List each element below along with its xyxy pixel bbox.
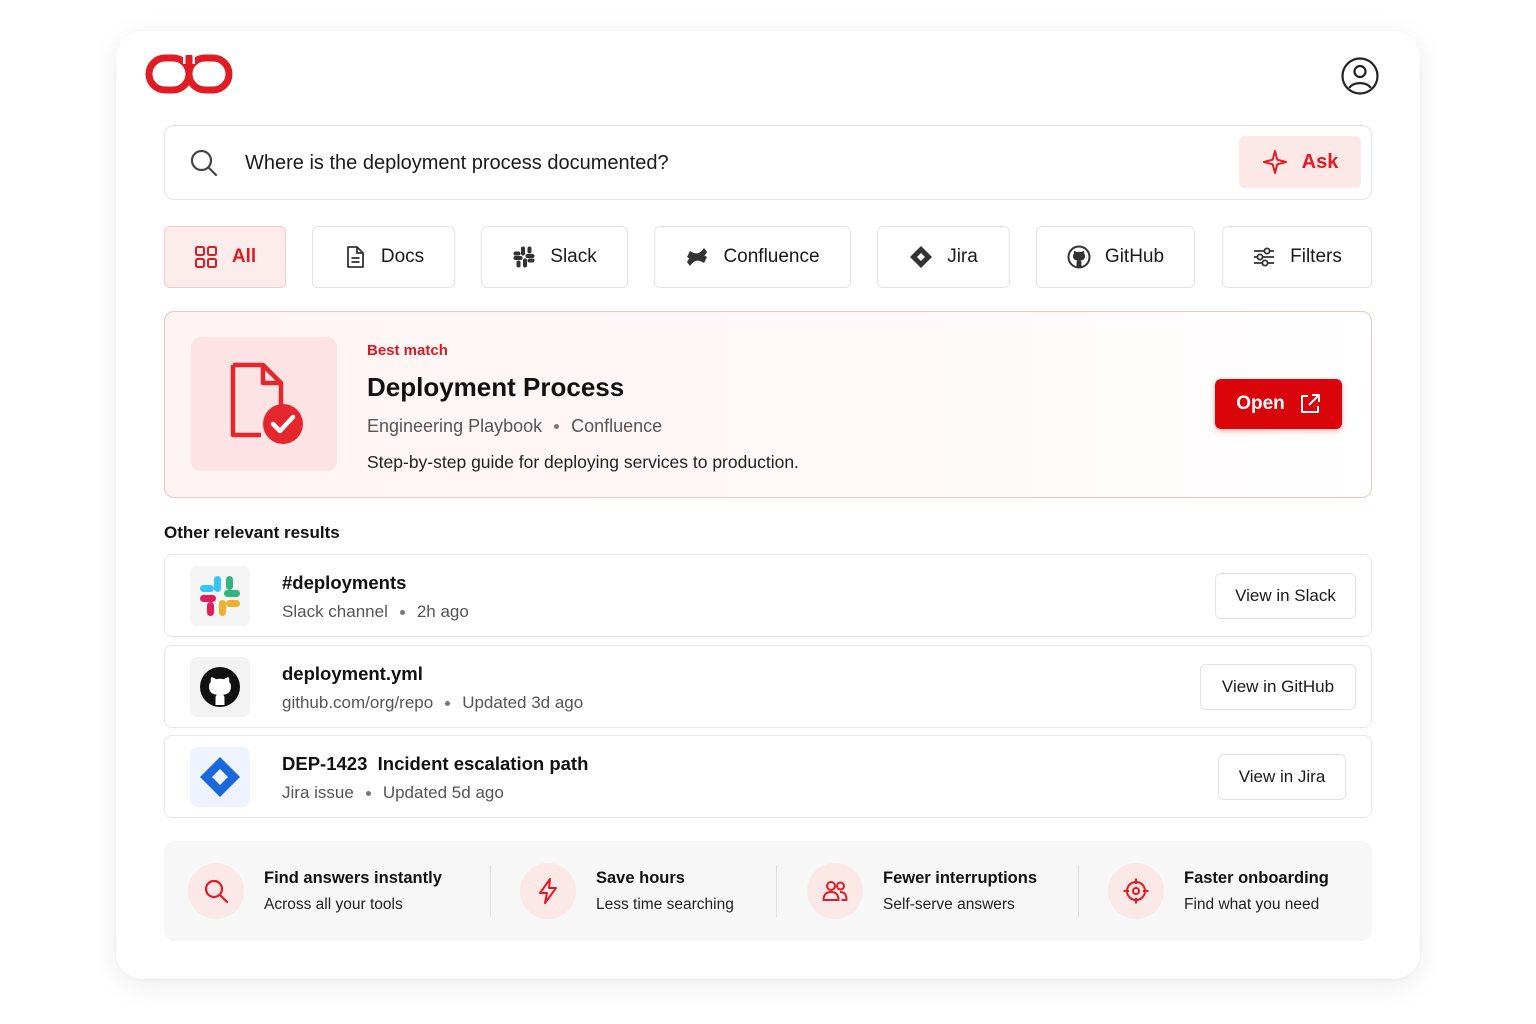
best-match-meta: Engineering Playbook Confluence (367, 416, 662, 437)
users-icon (807, 863, 863, 919)
search-icon (190, 149, 218, 177)
document-icon (346, 246, 364, 268)
search-input[interactable] (245, 140, 1225, 186)
feature-title: Save hours (596, 869, 685, 887)
link-logo-icon[interactable] (145, 53, 233, 95)
result-meta: Jira issue Updated 5d ago (282, 783, 504, 803)
filter-slack-label: Slack (550, 246, 597, 267)
jira-color-icon (190, 747, 250, 807)
ask-button-label: Ask (1301, 150, 1339, 173)
result-meta: github.com/org/repo Updated 3d ago (282, 693, 583, 713)
slack-icon (513, 246, 535, 268)
feature-subtitle: Less time searching (596, 896, 734, 913)
result-row-slack[interactable]: #deployments Slack channel 2h ago View i… (164, 554, 1372, 637)
best-match-title[interactable]: Deployment Process (367, 372, 624, 403)
result-time: 2h ago (416, 602, 469, 621)
result-type: Jira issue (282, 783, 354, 802)
divider (1078, 865, 1079, 917)
filter-slack[interactable]: Slack (481, 226, 628, 288)
divider (776, 865, 777, 917)
best-match-app: Confluence (571, 416, 663, 436)
confluence-icon (687, 248, 708, 266)
search-bar: Ask (164, 125, 1372, 200)
filter-all[interactable]: All (164, 226, 286, 288)
view-in-jira-button[interactable]: View in Jira (1218, 754, 1346, 800)
best-match-thumbnail (191, 337, 337, 471)
filter-docs[interactable]: Docs (312, 226, 455, 288)
app-window: Ask All Docs Slac (116, 31, 1420, 979)
result-type: Slack channel (282, 602, 388, 621)
divider (490, 865, 491, 917)
sliders-icon (1254, 247, 1275, 267)
separator-dot (365, 790, 371, 796)
view-in-slack-button[interactable]: View in Slack (1215, 573, 1356, 619)
target-icon (1108, 863, 1164, 919)
external-link-icon (1300, 394, 1320, 413)
open-button[interactable]: Open (1215, 379, 1342, 429)
best-match-label: Best match (367, 342, 448, 359)
filter-jira[interactable]: Jira (877, 226, 1010, 288)
filters-button-label: Filters (1290, 246, 1342, 267)
filter-github-label: GitHub (1104, 246, 1165, 267)
slack-color-icon (190, 566, 250, 626)
ask-button[interactable]: Ask (1239, 136, 1361, 188)
filter-confluence[interactable]: Confluence (654, 226, 851, 288)
result-repo: github.com/org/repo (282, 693, 434, 712)
filter-github[interactable]: GitHub (1036, 226, 1195, 288)
jira-icon (910, 246, 933, 268)
feature-title: Fewer interruptions (883, 869, 1038, 887)
filters-button[interactable]: Filters (1222, 226, 1372, 288)
filter-jira-label: Jira (947, 246, 978, 267)
filter-all-label: All (231, 246, 257, 267)
separator-dot (399, 609, 405, 615)
result-row-jira[interactable]: DEP-1423 Incident escalation path Jira i… (164, 735, 1372, 818)
sparkle-icon (1262, 150, 1287, 174)
features-strip: Find answers instantly Across all your t… (164, 841, 1372, 941)
feature-title: Faster onboarding (1184, 869, 1329, 887)
feature-subtitle: Across all your tools (264, 896, 403, 913)
lightning-icon (520, 863, 576, 919)
document-check-icon (230, 362, 303, 444)
feature-subtitle: Self-serve answers (883, 896, 1015, 913)
other-results-title: Other relevant results (164, 523, 340, 542)
result-time: Updated 3d ago (462, 693, 584, 712)
user-circle-icon[interactable] (1340, 56, 1380, 96)
grid-icon (194, 246, 217, 268)
view-in-github-button[interactable]: View in GitHub (1200, 664, 1356, 710)
separator-dot (445, 700, 451, 706)
result-time: Updated 5d ago (382, 783, 504, 802)
feature-title: Find answers instantly (264, 869, 442, 887)
github-icon (1067, 245, 1091, 269)
github-color-icon (190, 657, 250, 717)
feature-subtitle: Find what you need (1184, 896, 1320, 913)
open-button-label: Open (1236, 393, 1285, 414)
result-title[interactable]: #deployments (282, 572, 406, 594)
filter-confluence-label: Confluence (723, 246, 820, 267)
result-title[interactable]: deployment.yml (282, 663, 423, 685)
result-row-github[interactable]: deployment.yml github.com/org/repo Updat… (164, 645, 1372, 728)
best-match-source: Engineering Playbook (367, 416, 543, 436)
result-title[interactable]: DEP-1423 Incident escalation path (282, 753, 588, 775)
result-meta: Slack channel 2h ago (282, 602, 469, 622)
filter-docs-label: Docs (380, 246, 425, 267)
best-match-card[interactable]: Best match Deployment Process Engineerin… (164, 311, 1372, 498)
best-match-description: Step-by-step guide for deploying service… (367, 452, 799, 472)
search-icon (188, 863, 244, 919)
separator-dot (554, 424, 560, 429)
